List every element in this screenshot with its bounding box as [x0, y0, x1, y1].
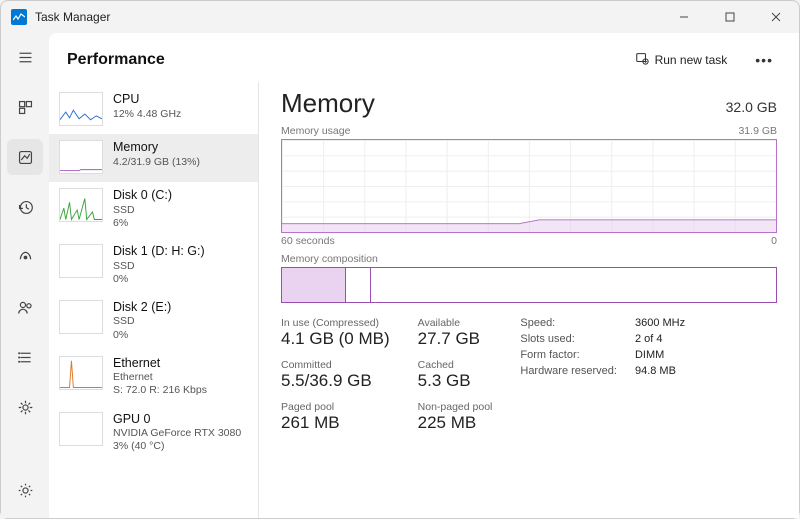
nav-users[interactable] [7, 289, 43, 325]
usage-max: 31.9 GB [738, 125, 777, 137]
memory-properties: Speed: 3600 MHz Slots used: 2 of 4 Form fa… [520, 317, 685, 433]
details-pane: Memory 32.0 GB Memory usage 31.9 GB 60 s… [259, 82, 799, 518]
memory-stats: In use (Compressed) 4.1 GB (0 MB) Commit… [281, 317, 777, 433]
thumb-ethernet [59, 356, 103, 390]
maximize-button[interactable] [707, 1, 753, 33]
thumb-cpu [59, 92, 103, 126]
committed-value: 5.5/36.9 GB [281, 371, 390, 391]
composition-label: Memory composition [281, 253, 777, 265]
usage-label: Memory usage [281, 125, 350, 137]
nav-processes[interactable] [7, 89, 43, 125]
sidebar-item-disk0[interactable]: Disk 0 (C:)SSD6% [49, 182, 258, 238]
slots-key: Slots used: [520, 333, 617, 345]
composition-in-use [282, 268, 346, 302]
cached-label: Cached [418, 359, 493, 371]
composition-standby-boundary [346, 268, 371, 302]
thumb-disk0 [59, 188, 103, 222]
sidebar-item-label: GPU 0 [113, 412, 241, 428]
run-new-task-label: Run new task [655, 53, 728, 67]
nav-services[interactable] [7, 389, 43, 425]
sidebar-item-label: Disk 1 (D: H: G:) [113, 244, 205, 260]
cached-value: 5.3 GB [418, 371, 493, 391]
form-key: Form factor: [520, 349, 617, 361]
nav-settings[interactable] [7, 472, 43, 508]
form-val: DIMM [635, 349, 685, 361]
paged-value: 261 MB [281, 413, 390, 433]
nav-app-history[interactable] [7, 189, 43, 225]
thumb-disk1 [59, 244, 103, 278]
close-button[interactable] [753, 1, 799, 33]
nav-hamburger[interactable] [7, 39, 43, 75]
committed-label: Committed [281, 359, 390, 371]
main-panel: Performance Run new task ••• CPU12% 4.48… [49, 33, 799, 518]
nav-details[interactable] [7, 339, 43, 375]
sidebar-item-label: Ethernet [113, 356, 207, 372]
paged-label: Paged pool [281, 401, 390, 413]
page-header: Performance Run new task ••• [49, 33, 799, 82]
memory-usage-chart [281, 139, 777, 233]
sidebar-item-label: Memory [113, 140, 200, 156]
memory-composition-chart [281, 267, 777, 303]
page-title: Performance [67, 51, 165, 69]
thumb-memory [59, 140, 103, 174]
detail-total: 32.0 GB [726, 99, 777, 115]
run-task-icon [635, 51, 649, 68]
x-axis-left: 60 seconds [281, 235, 335, 247]
speed-key: Speed: [520, 317, 617, 329]
thumb-gpu0 [59, 412, 103, 446]
x-axis-right: 0 [771, 235, 777, 247]
sidebar-item-disk2[interactable]: Disk 2 (E:)SSD0% [49, 294, 258, 350]
hw-key: Hardware reserved: [520, 365, 617, 377]
thumb-disk2 [59, 300, 103, 334]
title-bar: Task Manager [1, 1, 799, 33]
sidebar-item-ethernet[interactable]: EthernetEthernetS: 72.0 R: 216 Kbps [49, 350, 258, 406]
nav-performance[interactable] [7, 139, 43, 175]
sidebar-item-disk1[interactable]: Disk 1 (D: H: G:)SSD0% [49, 238, 258, 294]
sidebar-item-cpu[interactable]: CPU12% 4.48 GHz [49, 86, 258, 134]
detail-title: Memory [281, 88, 375, 119]
speed-val: 3600 MHz [635, 317, 685, 329]
in-use-label: In use (Compressed) [281, 317, 390, 329]
available-value: 27.7 GB [418, 329, 493, 349]
sidebar-item-label: Disk 0 (C:) [113, 188, 172, 204]
in-use-value: 4.1 GB (0 MB) [281, 329, 390, 349]
minimize-button[interactable] [661, 1, 707, 33]
nonpaged-value: 225 MB [418, 413, 493, 433]
sidebar-item-memory[interactable]: Memory4.2/31.9 GB (13%) [49, 134, 258, 182]
available-label: Available [418, 317, 493, 329]
sidebar-item-gpu0[interactable]: GPU 0NVIDIA GeForce RTX 30803% (40 °C) [49, 406, 258, 462]
app-icon [11, 9, 27, 25]
sidebar-item-label: CPU [113, 92, 181, 108]
hw-val: 94.8 MB [635, 365, 685, 377]
run-new-task-button[interactable]: Run new task [627, 47, 736, 72]
resource-sidebar[interactable]: CPU12% 4.48 GHz Memory4.2/31.9 GB (13%) … [49, 82, 259, 518]
more-button[interactable]: ••• [747, 48, 781, 72]
window-title: Task Manager [35, 10, 110, 24]
nav-rail [1, 33, 49, 518]
slots-val: 2 of 4 [635, 333, 685, 345]
nonpaged-label: Non-paged pool [418, 401, 493, 413]
nav-startup[interactable] [7, 239, 43, 275]
sidebar-item-label: Disk 2 (E:) [113, 300, 171, 316]
